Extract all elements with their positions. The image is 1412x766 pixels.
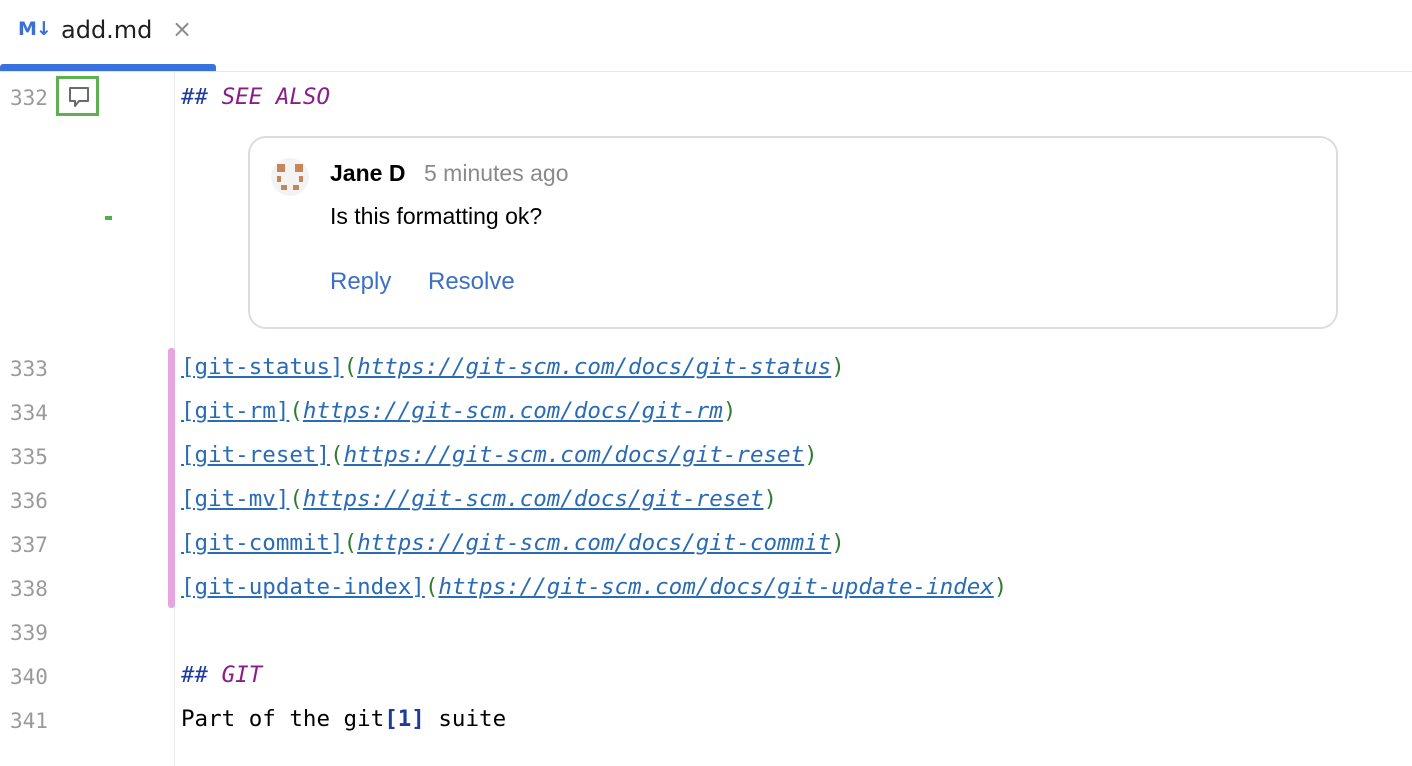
link-label[interactable]: [git-rm] — [181, 398, 289, 424]
resolve-button[interactable]: Resolve — [428, 268, 515, 296]
code-line-332: ## SEE ALSO — [181, 84, 330, 110]
review-comment-card — [248, 136, 1338, 329]
line-number: 337 — [10, 533, 48, 557]
line-number: 339 — [10, 621, 48, 645]
change-marker — [105, 216, 112, 220]
link-url[interactable]: https://git-scm.com/docs/git-update-inde… — [438, 574, 993, 600]
line-number: 338 — [10, 577, 48, 601]
link-url[interactable]: https://git-scm.com/docs/git-commit — [357, 530, 831, 556]
heading-text: SEE ALSO — [221, 84, 331, 110]
comment-author: Jane D — [330, 160, 406, 186]
line-number: 335 — [10, 445, 48, 469]
plain-text: suite — [424, 706, 507, 732]
link-label[interactable]: [git-commit] — [181, 530, 344, 556]
code-line-337: [git-commit](https://git-scm.com/docs/gi… — [181, 530, 845, 556]
code-line-335: [git-reset](https://git-scm.com/docs/git… — [181, 442, 818, 468]
modified-lines-marker[interactable] — [168, 348, 175, 608]
markdown-icon: M↓ — [18, 18, 52, 40]
line-number: 334 — [10, 401, 48, 425]
line-number: 332 — [10, 86, 48, 110]
link-label[interactable]: [git-update-index] — [181, 574, 425, 600]
active-tab-indicator — [0, 64, 216, 71]
code-line-340: ## GIT — [181, 662, 262, 688]
comment-gutter-icon[interactable] — [56, 76, 99, 116]
tab-add-md[interactable]: M↓ add.md × — [0, 0, 216, 71]
link-label[interactable]: [git-status] — [181, 354, 344, 380]
heading-marker: ## — [181, 662, 209, 688]
link-url[interactable]: https://git-scm.com/docs/git-status — [357, 354, 831, 380]
tab-label: add.md — [61, 16, 153, 44]
heading-text: GIT — [221, 662, 263, 688]
avatar — [271, 158, 309, 196]
code-line-334: [git-rm](https://git-scm.com/docs/git-rm… — [181, 398, 737, 424]
code-line-338: [git-update-index](https://git-scm.com/d… — [181, 574, 1008, 600]
link-label[interactable]: [git-reset] — [181, 442, 330, 468]
close-icon[interactable]: × — [172, 15, 192, 43]
link-label[interactable]: [git-mv] — [181, 486, 289, 512]
comment-timestamp: 5 minutes ago — [424, 160, 569, 186]
line-number: 341 — [10, 709, 48, 733]
code-line-341: Part of the git[1] suite — [181, 706, 506, 732]
line-number: 340 — [10, 665, 48, 689]
code-line-336: [git-mv](https://git-scm.com/docs/git-re… — [181, 486, 778, 512]
speech-bubble-icon — [69, 87, 89, 107]
reply-button[interactable]: Reply — [330, 268, 391, 296]
link-url[interactable]: https://git-scm.com/docs/git-reset — [303, 486, 764, 512]
heading-marker: ## — [181, 84, 209, 110]
line-number: 333 — [10, 357, 48, 381]
link-url[interactable]: https://git-scm.com/docs/git-rm — [303, 398, 723, 424]
code-line-333: [git-status](https://git-scm.com/docs/gi… — [181, 354, 845, 380]
editor-tab-bar: M↓ add.md × — [0, 0, 1412, 72]
plain-text: Part of the git — [181, 706, 385, 732]
line-number: 336 — [10, 489, 48, 513]
comment-body: Is this formatting ok? — [330, 203, 543, 229]
link-url[interactable]: https://git-scm.com/docs/git-reset — [344, 442, 805, 468]
reference-link[interactable]: [1] — [384, 706, 425, 732]
